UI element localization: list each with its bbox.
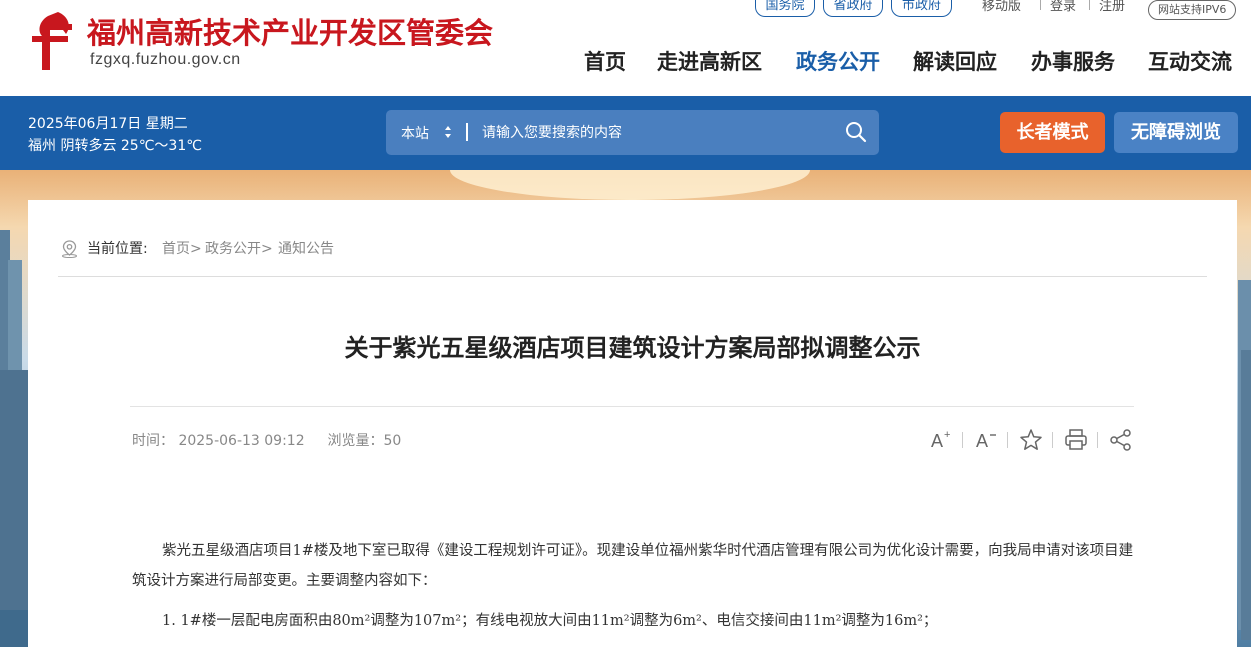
- breadcrumb-label: 当前位置:: [87, 241, 148, 257]
- divider: [1089, 0, 1090, 10]
- gov-link-city[interactable]: 市政府: [891, 0, 952, 17]
- article-body: 紫光五星级酒店项目1#楼及地下室已取得《建设工程规划许可证》。现建设单位福州紫华…: [132, 536, 1136, 636]
- search-divider: [466, 123, 468, 141]
- nav-item-home[interactable]: 首页: [584, 46, 626, 76]
- search-input[interactable]: [476, 118, 838, 147]
- date-weather: 2025年06月17日 星期二 福州 阴转多云 25℃～31℃: [28, 113, 202, 157]
- nav-item-interaction[interactable]: 互动交流: [1148, 46, 1232, 76]
- publish-time: 时间： 2025-06-13 09:12: [132, 433, 305, 449]
- gov-link-state-council[interactable]: 国务院: [755, 0, 815, 17]
- font-decrease-icon[interactable]: A: [973, 427, 999, 453]
- print-icon[interactable]: [1063, 427, 1089, 453]
- info-bar: 2025年06月17日 星期二 福州 阴转多云 25℃～31℃ 本站 长者模式 …: [0, 96, 1251, 170]
- article-paragraph: 紫光五星级酒店项目1#楼及地下室已取得《建设工程规划许可证》。现建设单位福州紫华…: [132, 543, 1134, 589]
- breadcrumb-gov-affairs[interactable]: 政务公开>: [205, 239, 273, 259]
- gov-link-province[interactable]: 省政府: [823, 0, 883, 17]
- register-link[interactable]: 注册: [1099, 0, 1125, 14]
- nav-item-gov-affairs[interactable]: 政务公开: [796, 46, 880, 76]
- breadcrumb-notices[interactable]: 通知公告: [278, 239, 334, 259]
- svg-text:A: A: [976, 431, 988, 451]
- article-meta: 时间： 2025-06-13 09:12 浏览量：50: [132, 430, 401, 450]
- mobile-link[interactable]: 移动版: [982, 0, 1021, 14]
- divider: [1007, 432, 1008, 448]
- divider: [1052, 432, 1053, 448]
- location-pin-icon: [62, 240, 77, 258]
- nav-item-about[interactable]: 走进高新区: [657, 46, 762, 76]
- accessible-browse-button[interactable]: 无障碍浏览: [1114, 112, 1238, 153]
- search-icon[interactable]: [845, 121, 867, 143]
- date-text: 2025年06月17日 星期二: [28, 116, 188, 132]
- search-box: 本站: [386, 110, 879, 155]
- star-icon[interactable]: [1018, 427, 1044, 453]
- font-increase-icon[interactable]: A +: [928, 427, 954, 453]
- sort-arrows-icon[interactable]: [443, 123, 453, 141]
- site-header: 福州高新技术产业开发区管委会 fzgxq.fuzhou.gov.cn 国务院 省…: [0, 0, 1251, 96]
- divider: [130, 406, 1134, 407]
- nav-item-services[interactable]: 办事服务: [1031, 46, 1115, 76]
- login-link[interactable]: 登录: [1050, 0, 1076, 14]
- divider: [1097, 432, 1098, 448]
- search-scope-select[interactable]: 本站: [401, 123, 429, 143]
- elder-mode-button[interactable]: 长者模式: [1000, 112, 1105, 153]
- weather-text: 福州 阴转多云 25℃～31℃: [28, 138, 202, 154]
- svg-text:+: +: [944, 429, 950, 441]
- svg-text:A: A: [931, 431, 943, 451]
- share-icon[interactable]: [1108, 427, 1134, 453]
- divider: [1040, 0, 1041, 10]
- divider: [58, 276, 1207, 277]
- breadcrumb-home[interactable]: 首页>: [162, 239, 202, 259]
- article-paragraph: 1. 1#楼一层配电房面积由80m²调整为107m²；有线电视放大间由11m²调…: [162, 613, 938, 629]
- nav-item-interpretation[interactable]: 解读回应: [913, 46, 997, 76]
- view-count: 浏览量：50: [327, 433, 402, 449]
- divider: [962, 432, 963, 448]
- main-nav: 首页 走进高新区 政务公开 解读回应 办事服务 互动交流: [0, 46, 1251, 80]
- article-title: 关于紫光五星级酒店项目建筑设计方案局部拟调整公示: [344, 334, 921, 362]
- content-card: 当前位置: 首页> 政务公开> 通知公告 关于紫光五星级酒店项目建筑设计方案局部…: [28, 200, 1237, 647]
- ipv6-badge: 网站支持IPV6: [1148, 0, 1237, 20]
